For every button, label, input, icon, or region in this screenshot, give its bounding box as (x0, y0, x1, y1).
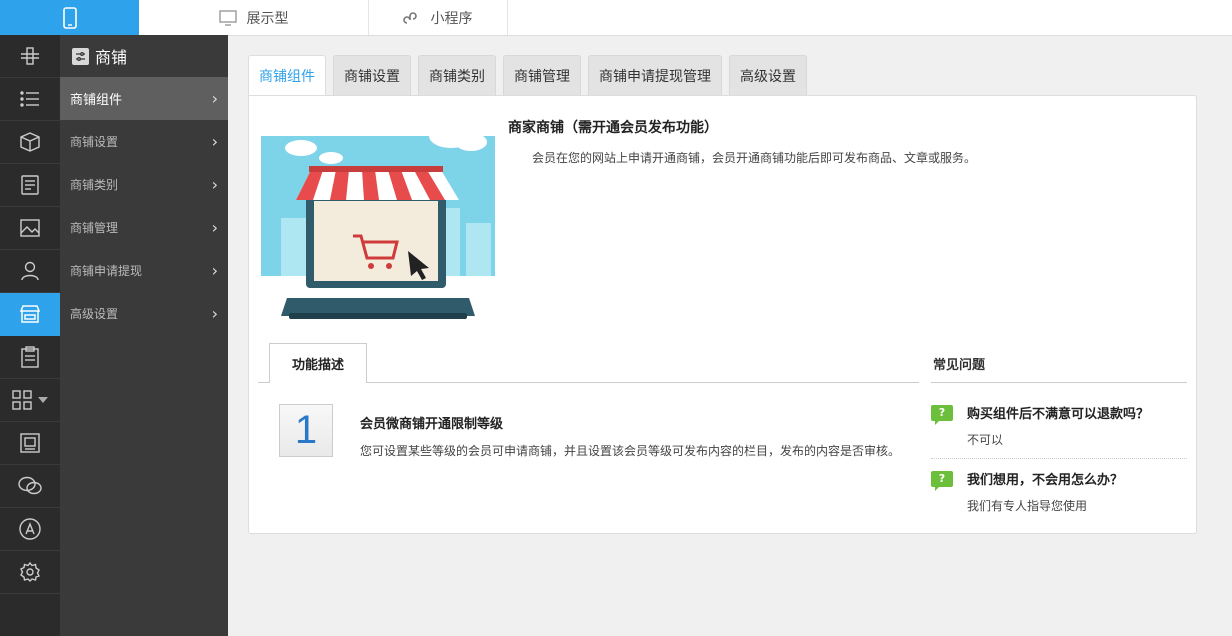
tab-display-type-label: 展示型 (246, 10, 289, 27)
chevron-right-icon: › (211, 89, 218, 108)
menu-item-shop-widget[interactable]: 商铺组件 › (60, 77, 228, 120)
cube-icon (20, 132, 40, 152)
rail-user[interactable] (0, 250, 60, 293)
shop-illustration (261, 108, 495, 340)
intro-title: 商家商铺（需开通会员发布功能） (508, 120, 718, 136)
tab-shop-withdraw-management[interactable]: 商铺申请提现管理 (588, 55, 722, 95)
rail-app-store[interactable] (0, 508, 60, 551)
chevron-right-icon: › (211, 304, 218, 323)
divider (931, 458, 1187, 459)
rail-clipboard[interactable] (0, 336, 60, 379)
feature-number-badge: 1 (279, 404, 333, 457)
faq-item: ? 我们想用，不会用怎么办？ 我们有专人指导您使用 (931, 469, 1187, 514)
menu-item-label: 商铺类别 (70, 178, 119, 192)
rail-cube[interactable] (0, 121, 60, 164)
tab-shop-widget[interactable]: 商铺组件 (248, 55, 326, 96)
top-bar: 展示型 小程序 (0, 0, 1232, 36)
tab-shop-management[interactable]: 商铺管理 (503, 55, 581, 95)
menu-item-shop-category[interactable]: 商铺类别 › (60, 163, 228, 206)
content-tabs: 商铺组件 商铺设置 商铺类别 商铺管理 商铺申请提现管理 高级设置 (248, 55, 814, 96)
question-icon: ? (931, 404, 953, 425)
feature-title: 会员微商铺开通限制等级 (360, 417, 504, 432)
menu-item-shop-settings[interactable]: 商铺设置 › (60, 120, 228, 163)
monitor-icon (218, 9, 237, 26)
mini-program-icon (402, 11, 417, 24)
phone-icon (62, 6, 77, 29)
rail-frame[interactable] (0, 422, 60, 465)
caret-down-icon (38, 397, 48, 403)
user-icon (21, 261, 39, 281)
drone-icon (21, 47, 39, 65)
chevron-right-icon: › (211, 132, 218, 151)
store-icon (19, 305, 41, 323)
rail-list[interactable] (0, 78, 60, 121)
frame-icon (20, 433, 40, 453)
menu-item-advanced-settings[interactable]: 高级设置 › (60, 292, 228, 335)
rail-store[interactable] (0, 293, 60, 336)
rail-wechat[interactable] (0, 465, 60, 508)
grid-icon (12, 390, 32, 410)
menu-item-label: 商铺设置 (70, 135, 119, 149)
clipboard-icon (21, 346, 39, 368)
list-icon (20, 91, 39, 107)
app-store-icon (19, 518, 41, 540)
menu-item-label: 高级设置 (70, 307, 119, 321)
image-icon (20, 219, 40, 237)
divider (931, 382, 1187, 383)
menu-title-label: 商铺 (95, 48, 128, 67)
tab-display-type[interactable]: 展示型 (139, 0, 369, 35)
feature-description: 您可设置某些等级的会员可申请商铺，并且设置该会员等级可发布内容的栏目，发布的内容… (360, 444, 901, 458)
menu-item-shop-withdraw[interactable]: 商铺申请提现 › (60, 249, 228, 292)
faq-question: 购买组件后不满意可以退款吗？ (967, 407, 1150, 422)
side-menu: 商铺 商铺组件 › 商铺设置 › 商铺类别 › 商铺管理 › 商铺申请提现 › 高级设置 › (60, 35, 228, 636)
tab-mini-program-label: 小程序 (430, 10, 473, 27)
intro-description: 会员在您的网站上申请开通商铺，会员开通商铺功能后即可发布商品、文章或服务。 (532, 151, 977, 165)
faq-answer: 不可以 (967, 433, 1004, 447)
icon-rail (0, 35, 60, 636)
sliders-icon (72, 47, 89, 65)
faq-answer: 我们有专人指导您使用 (967, 499, 1088, 513)
question-icon: ? (931, 470, 953, 491)
tab-feature-description[interactable]: 功能描述 (269, 343, 367, 383)
chevron-right-icon: › (211, 261, 218, 280)
chevron-right-icon: › (211, 218, 218, 237)
tab-shop-settings[interactable]: 商铺设置 (333, 55, 411, 95)
faq-question: 我们想用，不会用怎么办？ (967, 473, 1124, 488)
faq-title: 常见问题 (933, 358, 986, 373)
rail-drone[interactable] (0, 35, 60, 78)
mobile-tab[interactable] (0, 0, 139, 35)
rail-settings[interactable] (0, 551, 60, 594)
menu-title: 商铺 (60, 35, 228, 77)
menu-item-label: 商铺管理 (70, 221, 119, 235)
faq-item: ? 购买组件后不满意可以退款吗？ 不可以 (931, 403, 1187, 448)
tab-shop-category[interactable]: 商铺类别 (418, 55, 496, 95)
gear-icon (20, 562, 40, 582)
menu-item-label: 商铺申请提现 (70, 264, 143, 278)
rail-document[interactable] (0, 164, 60, 207)
rail-grid[interactable] (0, 379, 60, 422)
document-icon (21, 175, 39, 195)
chevron-right-icon: › (211, 175, 218, 194)
menu-item-shop-management[interactable]: 商铺管理 › (60, 206, 228, 249)
rail-image[interactable] (0, 207, 60, 250)
menu-item-label: 商铺组件 (70, 93, 123, 108)
wechat-icon (18, 476, 42, 495)
tab-mini-program[interactable]: 小程序 (368, 0, 508, 35)
tab-advanced-settings[interactable]: 高级设置 (729, 55, 807, 95)
